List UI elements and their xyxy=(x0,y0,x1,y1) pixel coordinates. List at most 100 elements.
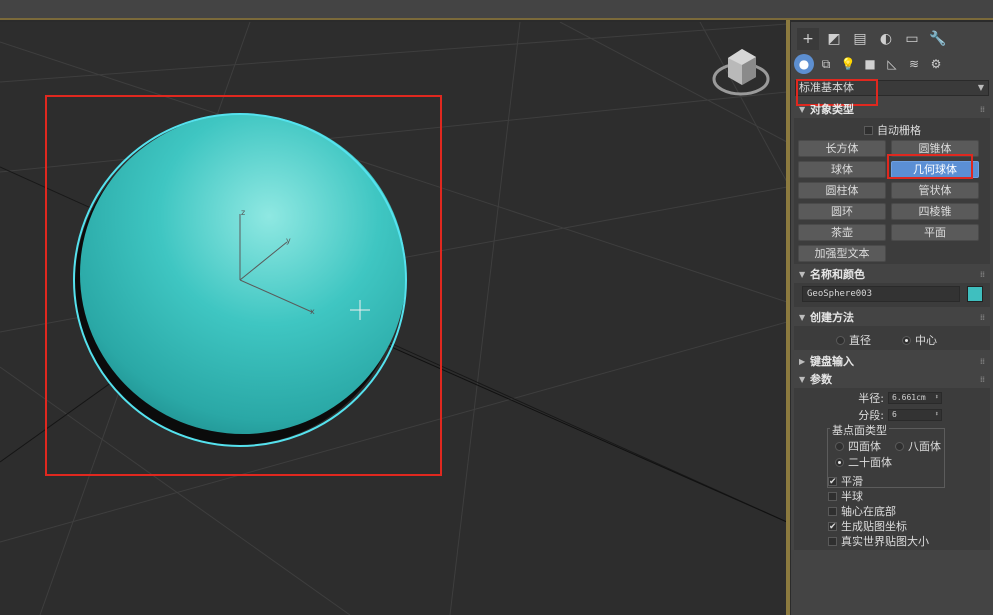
gen-mapping-label: 生成贴图坐标 xyxy=(841,520,907,533)
annotation-box-geosphere xyxy=(887,154,973,179)
real-world-map-checkbox[interactable]: 真实世界贴图大小 xyxy=(828,533,929,549)
teapot-button[interactable]: 茶壶 xyxy=(798,224,886,241)
center-label: 中心 xyxy=(915,334,937,347)
creation-method-rollout-header[interactable]: ▼ 创建方法 ⁞⁞ xyxy=(794,310,990,326)
shapes-subtab[interactable]: ⧉ xyxy=(816,54,836,74)
checkbox-box xyxy=(828,491,837,501)
modify-tab[interactable]: ◩ xyxy=(823,28,845,50)
base-to-pivot-label: 轴心在底部 xyxy=(841,505,896,518)
center-radio[interactable]: 中心 xyxy=(902,332,937,348)
tetra-label: 四面体 xyxy=(848,440,881,453)
icosa-radio[interactable]: 二十面体 xyxy=(835,454,892,470)
diameter-radio[interactable]: 直径 xyxy=(836,332,871,348)
lights-subtab[interactable]: 💡 xyxy=(838,54,858,74)
checkbox-box xyxy=(828,536,837,546)
base-type-title: 基点面类型 xyxy=(830,422,889,438)
geometry-icon: ● xyxy=(798,57,810,71)
modify-icon: ◩ xyxy=(827,31,841,47)
auto-grid-label: 自动栅格 xyxy=(877,124,921,137)
base-to-pivot-checkbox[interactable]: 轴心在底部 xyxy=(828,503,896,519)
perspective-viewport[interactable]: z y x xyxy=(0,22,787,615)
checkbox-box xyxy=(828,506,837,516)
viewport-border xyxy=(786,20,790,615)
name-color-title: 名称和颜色 xyxy=(810,268,865,281)
keyboard-entry-rollout-header[interactable]: ▶ 键盘输入 ⁞⁞ xyxy=(794,354,990,370)
object-name-field[interactable]: GeoSphere003 xyxy=(802,286,960,302)
grip-icon: ⁞⁞ xyxy=(979,357,985,366)
radio-circle xyxy=(835,441,844,451)
creation-method-title: 创建方法 xyxy=(810,311,854,324)
plane-button[interactable]: 平面 xyxy=(891,224,979,241)
torus-button[interactable]: 圆环 xyxy=(798,203,886,220)
parameters-rollout-header[interactable]: ▼ 参数 ⁞⁞ xyxy=(794,372,990,388)
collapse-icon: ▼ xyxy=(799,313,806,322)
hemisphere-checkbox[interactable]: 半球 xyxy=(828,488,863,504)
cylinder-button[interactable]: 圆柱体 xyxy=(798,182,886,199)
checkbox-box: ✔ xyxy=(828,521,837,532)
motion-tab[interactable]: ◐ xyxy=(875,28,897,50)
grip-icon: ⁞⁞ xyxy=(979,105,985,114)
collapse-icon: ▼ xyxy=(799,375,806,384)
radius-value: 6.661cm xyxy=(892,393,926,402)
collapse-icon: ▼ xyxy=(799,270,806,279)
command-tabs: + ◩ ▤ ◐ ▭ 🔧 xyxy=(791,28,949,50)
systems-subtab[interactable]: ⚙ xyxy=(926,54,946,74)
box-button[interactable]: 长方体 xyxy=(798,140,886,157)
radio-circle xyxy=(835,457,844,467)
radius-spinner[interactable]: 6.661cm ⬍ xyxy=(888,392,942,404)
spinner-arrows-icon: ⬍ xyxy=(934,410,939,418)
motion-icon: ◐ xyxy=(879,31,893,47)
create-tab[interactable]: + xyxy=(797,28,819,50)
command-panel: + ◩ ▤ ◐ ▭ 🔧 ● ⧉ 💡 ■ ◺ ≋ ⚙ 标准基本体 ▼ ▼ 对象类型… xyxy=(791,22,993,615)
radio-circle xyxy=(895,441,904,451)
display-tab[interactable]: ▭ xyxy=(901,28,923,50)
grip-icon: ⁞⁞ xyxy=(979,313,985,322)
tetra-radio[interactable]: 四面体 xyxy=(835,438,881,454)
hierarchy-tab[interactable]: ▤ xyxy=(849,28,871,50)
expand-icon: ▶ xyxy=(799,357,806,366)
annotation-box-sphere xyxy=(45,95,442,476)
smooth-label: 平滑 xyxy=(841,475,863,488)
top-bar xyxy=(0,0,993,20)
viewcube-icon[interactable] xyxy=(712,49,770,96)
gen-mapping-checkbox[interactable]: ✔ 生成贴图坐标 xyxy=(828,518,907,534)
segments-spinner[interactable]: 6 ⬍ xyxy=(888,409,942,421)
radio-circle xyxy=(902,335,911,345)
segments-value: 6 xyxy=(892,410,897,419)
textplus-button[interactable]: 加强型文本 xyxy=(798,245,886,262)
spinner-arrows-icon: ⬍ xyxy=(934,393,939,401)
sphere-button[interactable]: 球体 xyxy=(798,161,886,178)
display-icon: ▭ xyxy=(905,31,919,47)
pyramid-button[interactable]: 四棱锥 xyxy=(891,203,979,220)
hemisphere-label: 半球 xyxy=(841,490,863,503)
object-type-rollout-header[interactable]: ▼ 对象类型 ⁞⁞ xyxy=(794,102,990,118)
cameras-subtab[interactable]: ■ xyxy=(860,54,880,74)
radio-circle xyxy=(836,335,845,345)
geometry-subtab[interactable]: ● xyxy=(794,54,814,74)
utilities-icon: 🔧 xyxy=(929,31,947,47)
smooth-checkbox[interactable]: ✔ 平滑 xyxy=(828,473,863,489)
grip-icon: ⁞⁞ xyxy=(979,375,985,384)
systems-icon: ⚙ xyxy=(930,57,942,71)
diameter-label: 直径 xyxy=(849,334,871,347)
creation-method-rollout: 直径 中心 xyxy=(794,326,990,350)
collapse-icon: ▼ xyxy=(799,105,806,114)
name-color-rollout-header[interactable]: ▼ 名称和颜色 ⁞⁞ xyxy=(794,267,990,283)
object-color-swatch[interactable] xyxy=(967,286,983,302)
object-type-rollout: 自动栅格 长方体 圆锥体 球体 几何球体 圆柱体 管状体 圆环 四棱锥 茶壶 平… xyxy=(794,118,990,264)
auto-grid-checkbox[interactable]: 自动栅格 xyxy=(864,122,921,138)
spacewarps-subtab[interactable]: ≋ xyxy=(904,54,924,74)
real-world-map-label: 真实世界贴图大小 xyxy=(841,535,929,548)
tube-button[interactable]: 管状体 xyxy=(891,182,979,199)
icosa-label: 二十面体 xyxy=(848,456,892,469)
octa-radio[interactable]: 八面体 xyxy=(895,438,941,454)
shapes-icon: ⧉ xyxy=(821,56,831,71)
utilities-tab[interactable]: 🔧 xyxy=(927,28,949,50)
radius-label: 半径: xyxy=(858,392,884,405)
checkbox-box: ✔ xyxy=(828,476,837,487)
grip-icon: ⁞⁞ xyxy=(979,270,985,279)
helpers-subtab[interactable]: ◺ xyxy=(882,54,902,74)
hierarchy-icon: ▤ xyxy=(853,31,867,47)
parameters-title: 参数 xyxy=(810,373,832,386)
name-color-rollout: GeoSphere003 xyxy=(794,283,990,307)
